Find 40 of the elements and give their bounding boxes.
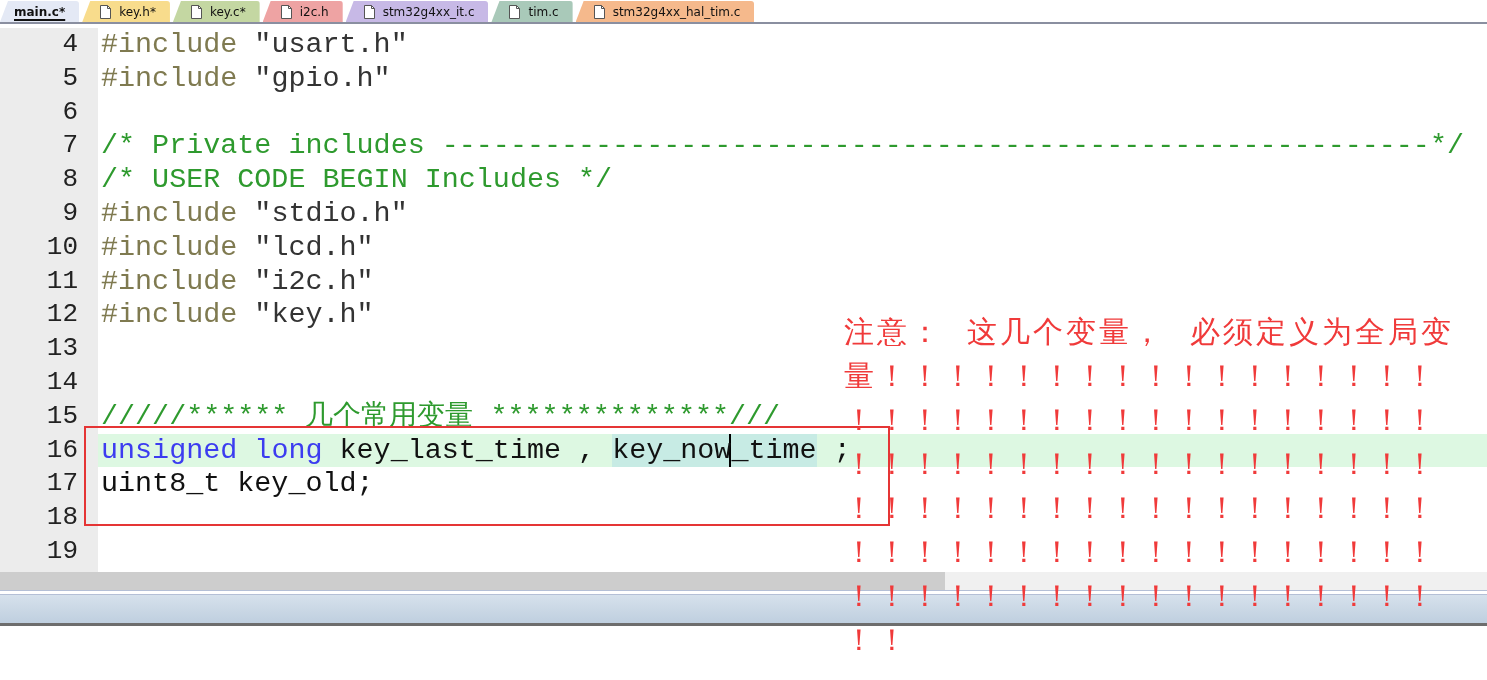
file-tab[interactable]: i2c.h [262,1,343,22]
code-line: #include "gpio.h" [101,61,391,95]
line-number: 4 [61,28,79,61]
line-number: 18 [45,501,79,535]
line-number: 12 [45,298,79,332]
line-number: 6 [61,95,79,129]
line-number: 13 [45,332,79,366]
line-number: 16 [45,433,79,467]
line-number: 17 [45,467,79,501]
line-number: 7 [61,129,79,163]
file-tab[interactable]: tim.c [491,1,573,22]
line-number: 11 [45,264,79,298]
line-number: 9 [61,197,79,230]
file-icon [363,4,375,19]
line-number: 19 [45,534,79,568]
code-line: #include "usart.h" [101,28,408,61]
file-icon [593,4,605,19]
line-number: 8 [61,163,79,197]
annotation-note: 注意： 这几个变量， 必须定义为全局变量！！！！！！！！！！！！！！！！！！！！！！！！！！！！！！！！！！！！！！！！！！！！！！！！！！！！！！！！！！！！！！！！！！！！！！！！！！！！！！！！！！！！！！！！！！！！！！！！！！！！！！！！！！！！！ [844,314,1455,659]
file-tab[interactable]: stm32g4xx_hal_tim.c [575,1,755,22]
code-line: /////****** 几个常用变量 **************/// [101,399,781,433]
file-tab[interactable]: main.c* [0,1,80,22]
file-icon [509,4,521,19]
code-line: /* Private includes ----------------------------------------------------------*/ [101,129,1464,163]
file-tab[interactable]: key.c* [172,1,260,22]
line-number: 15 [45,399,79,433]
file-tab[interactable]: key.h* [82,1,170,22]
line-number: 14 [45,365,79,399]
code-line: uint8_t key_old; [101,467,374,501]
line-number: 5 [61,61,79,95]
line-number: 10 [45,230,79,264]
file-icon [100,4,112,19]
code-line: #include "lcd.h" [101,230,374,264]
file-icon [190,4,202,19]
code-line: #include "i2c.h" [101,264,374,298]
code-line: #include "key.h" [101,298,374,332]
file-tab[interactable]: stm32g4xx_it.c [345,1,489,22]
code-line: /* USER CODE BEGIN Includes */ [101,163,613,197]
code-line: #include "stdio.h" [101,197,408,230]
file-icon [280,4,292,19]
